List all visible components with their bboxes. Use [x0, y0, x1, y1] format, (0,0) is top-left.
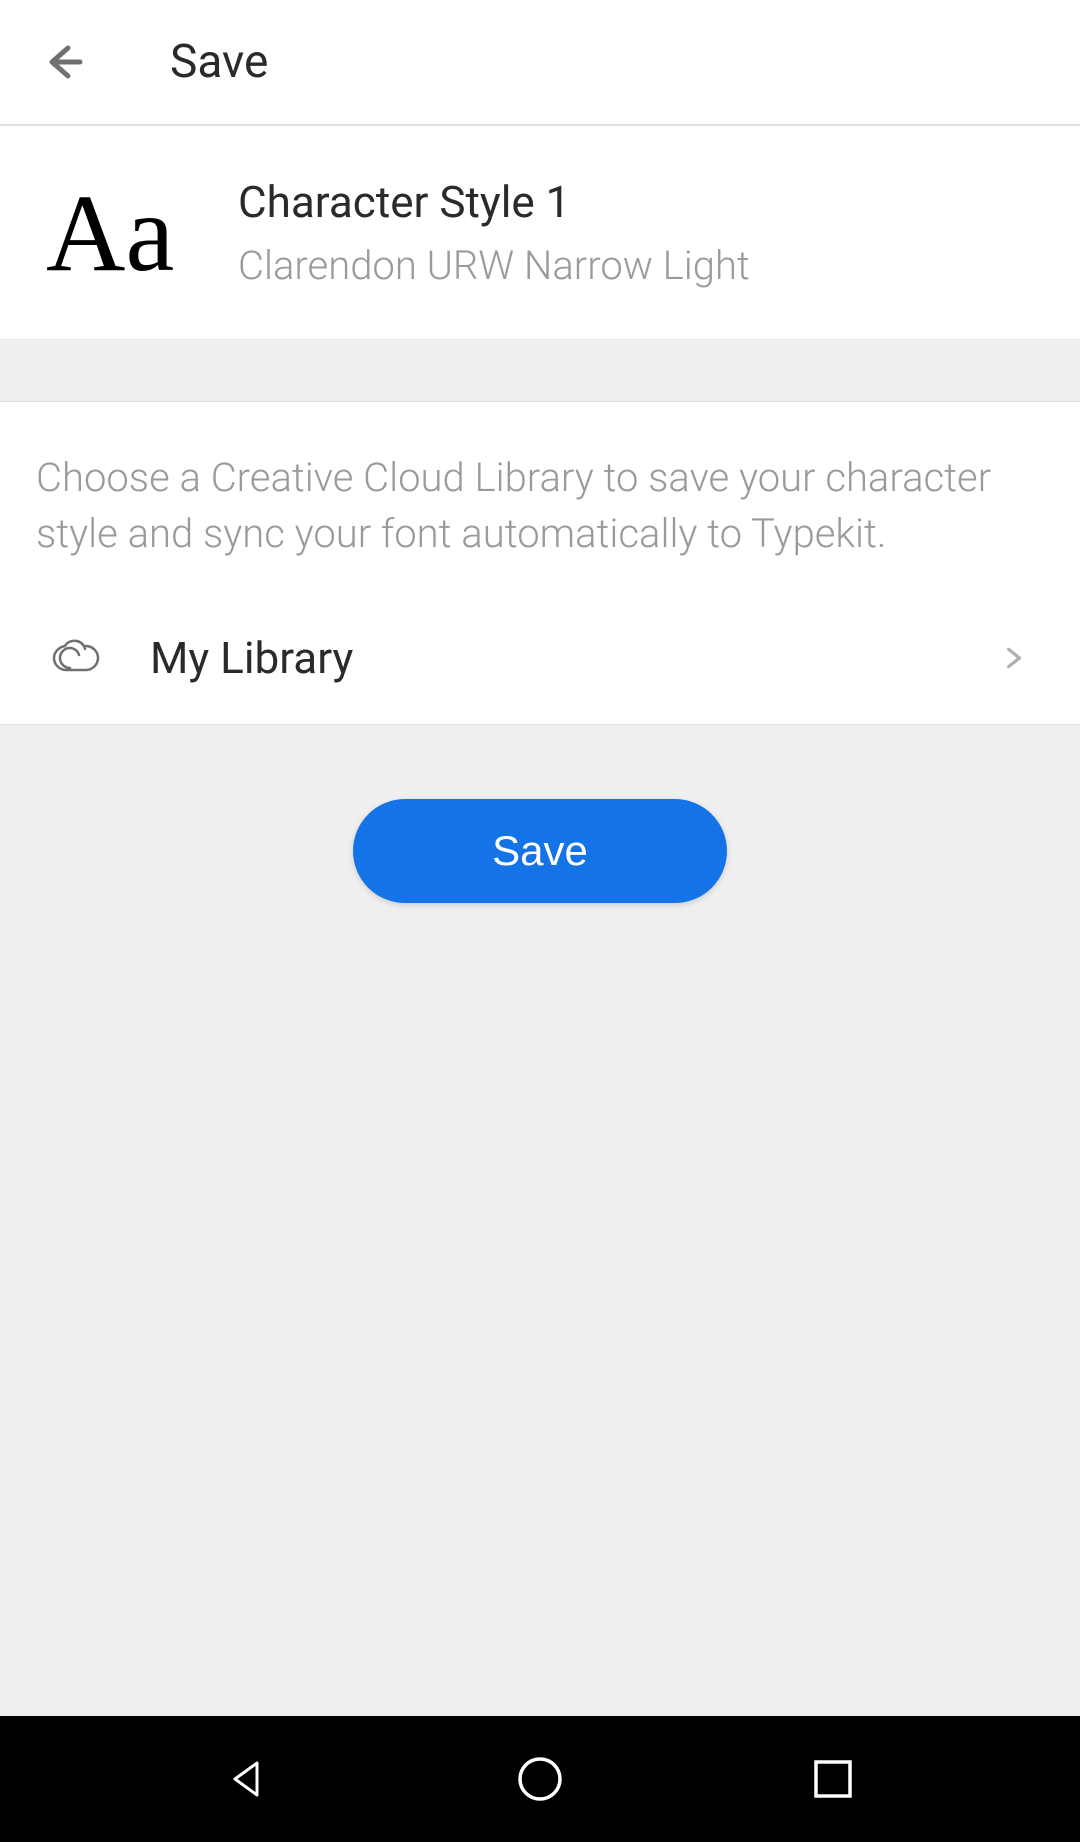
creative-cloud-icon — [50, 638, 102, 678]
library-instruction: Choose a Creative Cloud Library to save … — [36, 450, 1044, 562]
library-name: My Library — [150, 632, 1000, 684]
circle-home-icon — [516, 1755, 564, 1803]
style-name: Character Style 1 — [238, 176, 750, 228]
character-style-card: Aa Character Style 1 Clarendon URW Narro… — [0, 126, 1080, 340]
nav-home-button[interactable] — [510, 1749, 570, 1809]
library-section: Choose a Creative Cloud Library to save … — [0, 402, 1080, 724]
library-selector[interactable]: My Library — [36, 618, 1044, 724]
bottom-area: Save — [0, 724, 1080, 1716]
android-nav-bar — [0, 1716, 1080, 1842]
section-spacer — [0, 340, 1080, 402]
save-button[interactable]: Save — [353, 799, 727, 903]
style-info: Character Style 1 Clarendon URW Narrow L… — [238, 176, 750, 289]
back-button[interactable] — [36, 34, 92, 90]
square-recent-icon — [812, 1758, 854, 1800]
style-font-name: Clarendon URW Narrow Light — [238, 242, 750, 289]
page-title: Save — [170, 35, 268, 89]
style-preview-glyph: Aa — [46, 178, 226, 288]
nav-recent-button[interactable] — [803, 1749, 863, 1809]
triangle-back-icon — [225, 1757, 269, 1801]
arrow-left-icon — [40, 38, 88, 86]
nav-back-button[interactable] — [217, 1749, 277, 1809]
chevron-right-icon — [1000, 645, 1026, 671]
header: Save — [0, 0, 1080, 126]
